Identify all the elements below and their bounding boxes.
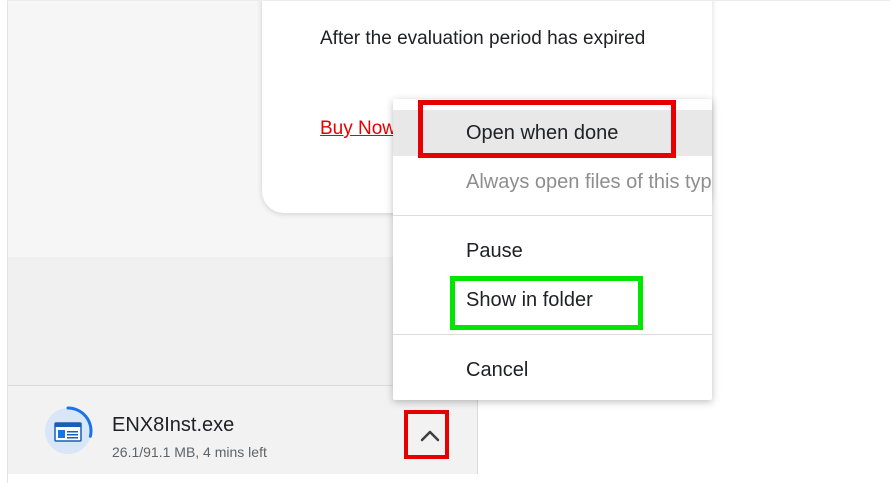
- buy-now-link[interactable]: Buy Now: [320, 118, 396, 140]
- show-in-folder-highlight-box: [450, 276, 643, 330]
- menu-item-always-open: Always open files of this type: [466, 171, 712, 193]
- download-file-name: ENX8Inst.exe: [112, 414, 235, 436]
- download-progress-icon: [45, 406, 93, 454]
- open-when-done-highlight-box: [418, 100, 676, 158]
- card-text: After the evaluation period has expired: [320, 28, 646, 49]
- menu-divider: [393, 334, 712, 335]
- menu-item-pause[interactable]: Pause: [393, 231, 712, 271]
- menu-divider: [393, 215, 712, 216]
- chevron-highlight-box: [404, 410, 449, 459]
- browser-window: After the evaluation period has expired …: [0, 0, 890, 483]
- installer-file-icon: [54, 422, 82, 442]
- download-status: 26.1/91.1 MB, 4 mins left: [112, 444, 267, 460]
- window-left-border: [7, 0, 8, 483]
- window-top-border: [7, 0, 890, 1]
- menu-item-cancel[interactable]: Cancel: [393, 350, 712, 390]
